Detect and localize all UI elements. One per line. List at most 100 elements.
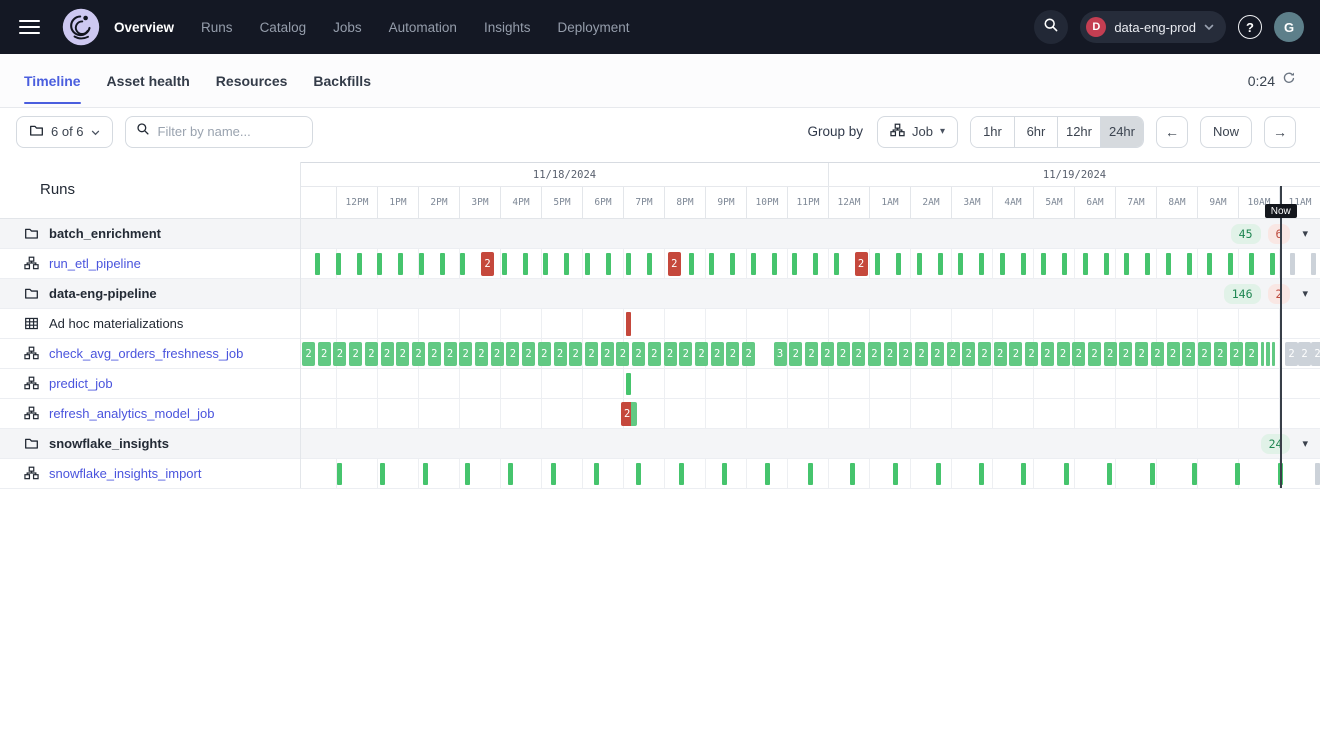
run-marker[interactable]: [772, 253, 777, 275]
run-batch-marker[interactable]: 2: [1151, 342, 1164, 366]
run-marker[interactable]: [647, 253, 652, 275]
tab-asset-health[interactable]: Asset health: [107, 54, 190, 107]
run-marker[interactable]: [1145, 253, 1150, 275]
run-batch-marker[interactable]: 2: [1057, 342, 1070, 366]
run-batch-marker[interactable]: 2: [726, 342, 739, 366]
run-marker[interactable]: [958, 253, 963, 275]
run-batch-marker[interactable]: 2: [475, 342, 488, 366]
run-batch-marker[interactable]: 2: [679, 342, 692, 366]
run-marker[interactable]: [585, 253, 590, 275]
run-batch-marker[interactable]: 2: [1088, 342, 1101, 366]
run-batch-marker[interactable]: 2: [1245, 342, 1258, 366]
help-button[interactable]: ?: [1238, 15, 1262, 39]
run-marker[interactable]: [1150, 463, 1155, 485]
succeeded-count-badge[interactable]: 24: [1261, 434, 1291, 454]
run-batch-marker[interactable]: 2: [695, 342, 708, 366]
run-batch-marker[interactable]: 2: [1072, 342, 1085, 366]
tab-backfills[interactable]: Backfills: [313, 54, 371, 107]
failed-count-badge[interactable]: 6: [1268, 224, 1291, 244]
run-marker[interactable]: [380, 463, 385, 485]
run-marker[interactable]: [564, 253, 569, 275]
range-24hr[interactable]: 24hr: [1100, 117, 1143, 147]
run-batch-marker[interactable]: 2: [412, 342, 425, 366]
run-marker[interactable]: [1083, 253, 1088, 275]
run-marker[interactable]: [502, 253, 507, 275]
run-marker[interactable]: [594, 463, 599, 485]
row-name[interactable]: predict_job: [49, 376, 113, 391]
run-batch-marker[interactable]: 2: [1025, 342, 1038, 366]
run-batch-marker[interactable]: 2: [1198, 342, 1211, 366]
run-batch-marker[interactable]: 2: [742, 342, 755, 366]
run-marker[interactable]: [636, 463, 641, 485]
run-marker[interactable]: [979, 253, 984, 275]
run-batch-marker[interactable]: 2: [302, 342, 315, 366]
run-marker[interactable]: [398, 253, 403, 275]
run-marker[interactable]: [440, 253, 445, 275]
run-batch-marker[interactable]: 2: [899, 342, 912, 366]
run-batch-marker[interactable]: 2: [365, 342, 378, 366]
succeeded-count-badge[interactable]: 45: [1231, 224, 1261, 244]
run-batch-marker[interactable]: 3: [774, 342, 787, 366]
expand-caret-icon[interactable]: ▾: [1302, 227, 1308, 240]
nav-item-overview[interactable]: Overview: [114, 20, 174, 35]
nav-item-automation[interactable]: Automation: [389, 20, 457, 35]
run-marker[interactable]: [730, 253, 735, 275]
run-batch-marker[interactable]: 2: [1167, 342, 1180, 366]
run-batch-marker[interactable]: 2: [396, 342, 409, 366]
run-marker[interactable]: [896, 253, 901, 275]
failed-batch-marker[interactable]: 2: [481, 252, 494, 276]
code-location-filter-button[interactable]: 6 of 6: [16, 116, 113, 148]
nav-item-deployment[interactable]: Deployment: [557, 20, 629, 35]
run-marker[interactable]: [936, 463, 941, 485]
run-batch-marker[interactable]: 2: [538, 342, 551, 366]
row-name[interactable]: run_etl_pipeline: [49, 256, 141, 271]
run-marker[interactable]: [938, 253, 943, 275]
run-marker[interactable]: [1228, 253, 1233, 275]
run-marker[interactable]: [875, 253, 880, 275]
run-batch-marker[interactable]: 2: [554, 342, 567, 366]
run-batch-marker[interactable]: 2: [711, 342, 724, 366]
run-batch-marker[interactable]: 2: [1135, 342, 1148, 366]
run-marker[interactable]: [1021, 253, 1026, 275]
run-batch-marker[interactable]: 2: [444, 342, 457, 366]
run-batch-marker[interactable]: 2: [648, 342, 661, 366]
run-batch-marker[interactable]: 2: [664, 342, 677, 366]
scheduled-batch-marker[interactable]: 2: [1311, 342, 1320, 366]
run-marker[interactable]: [893, 463, 898, 485]
row-name[interactable]: data-eng-pipeline: [49, 286, 157, 301]
run-marker[interactable]: [1166, 253, 1171, 275]
run-batch-marker[interactable]: 2: [978, 342, 991, 366]
tab-resources[interactable]: Resources: [216, 54, 288, 107]
run-batch-marker[interactable]: 2: [428, 342, 441, 366]
run-batch-marker[interactable]: 2: [994, 342, 1007, 366]
run-batch-marker[interactable]: 2: [962, 342, 975, 366]
nav-item-catalog[interactable]: Catalog: [260, 20, 307, 35]
run-batch-marker[interactable]: 2: [1119, 342, 1132, 366]
run-marker[interactable]: [1207, 253, 1212, 275]
refresh-icon[interactable]: [1282, 71, 1296, 90]
run-marker[interactable]: [1062, 253, 1067, 275]
run-batch-marker[interactable]: 2: [1041, 342, 1054, 366]
shift-back-button[interactable]: ←: [1156, 116, 1188, 148]
run-marker[interactable]: [336, 253, 341, 275]
run-marker[interactable]: [606, 253, 611, 275]
run-marker[interactable]: [1272, 342, 1276, 366]
run-marker[interactable]: [357, 253, 362, 275]
run-marker[interactable]: [979, 463, 984, 485]
run-marker[interactable]: [1261, 342, 1265, 366]
shift-forward-button[interactable]: →: [1264, 116, 1296, 148]
run-batch-marker[interactable]: 2: [318, 342, 331, 366]
run-batch-marker[interactable]: 2: [837, 342, 850, 366]
run-marker[interactable]: [1064, 463, 1069, 485]
dagster-logo-icon[interactable]: [62, 8, 100, 46]
scheduled-batch-marker[interactable]: 2: [1298, 342, 1311, 366]
run-batch-marker[interactable]: 2: [805, 342, 818, 366]
run-marker[interactable]: [792, 253, 797, 275]
run-marker[interactable]: [1192, 463, 1197, 485]
run-marker[interactable]: [1104, 253, 1109, 275]
run-batch-marker[interactable]: 2: [491, 342, 504, 366]
nav-item-insights[interactable]: Insights: [484, 20, 531, 35]
row-name[interactable]: snowflake_insights: [49, 436, 169, 451]
run-marker[interactable]: [709, 253, 714, 275]
run-batch-marker[interactable]: 2: [569, 342, 582, 366]
